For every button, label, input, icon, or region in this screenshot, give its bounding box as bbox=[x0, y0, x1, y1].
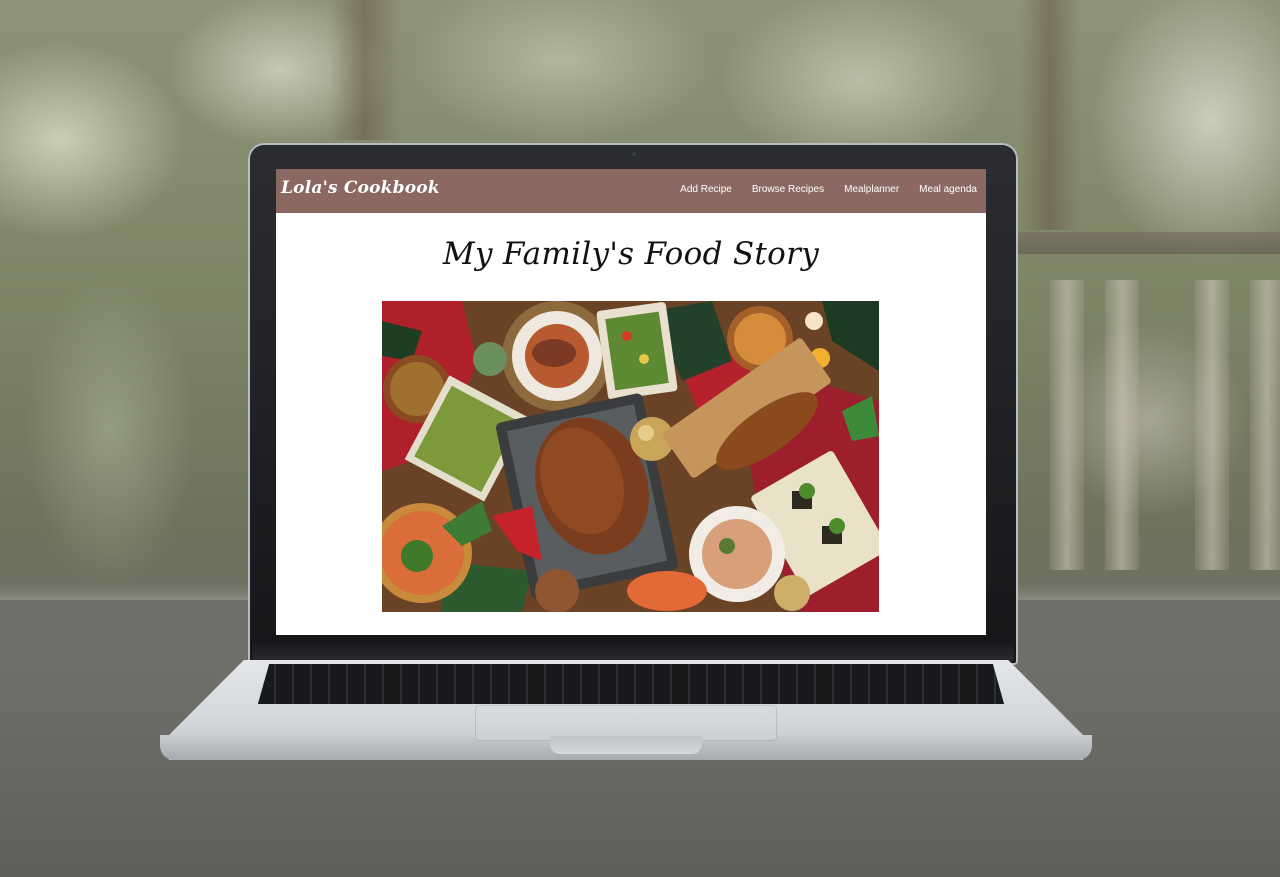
nav-add-recipe[interactable]: Add Recipe bbox=[680, 184, 732, 195]
tree-trunk bbox=[330, 0, 400, 140]
keyboard bbox=[258, 664, 1004, 704]
railing-post bbox=[1250, 280, 1280, 570]
nav-links: Add Recipe Browse Recipes Mealplanner Me… bbox=[660, 184, 977, 195]
nav-browse-recipes[interactable]: Browse Recipes bbox=[752, 184, 824, 195]
navbar: Lola's Cookbook Add Recipe Browse Recipe… bbox=[276, 169, 986, 213]
page-title: My Family's Food Story bbox=[442, 236, 820, 272]
nav-meal-agenda[interactable]: Meal agenda bbox=[919, 184, 977, 195]
railing-post bbox=[1195, 280, 1229, 570]
railing bbox=[1018, 232, 1280, 254]
railing-post bbox=[1105, 280, 1139, 570]
lid-notch bbox=[550, 736, 702, 754]
webcam-icon bbox=[632, 152, 636, 156]
nav-mealplanner[interactable]: Mealplanner bbox=[844, 184, 899, 195]
food-spread-image bbox=[382, 301, 879, 612]
tree-trunk bbox=[1020, 0, 1080, 230]
laptop-hinge bbox=[252, 644, 1014, 662]
trackpad bbox=[476, 706, 776, 740]
brand-logo[interactable]: Lola's Cookbook bbox=[281, 178, 440, 198]
railing-post bbox=[1050, 280, 1084, 570]
food-spread-image-art bbox=[382, 301, 879, 612]
laptop-screen: Lola's Cookbook Add Recipe Browse Recipe… bbox=[276, 169, 986, 635]
